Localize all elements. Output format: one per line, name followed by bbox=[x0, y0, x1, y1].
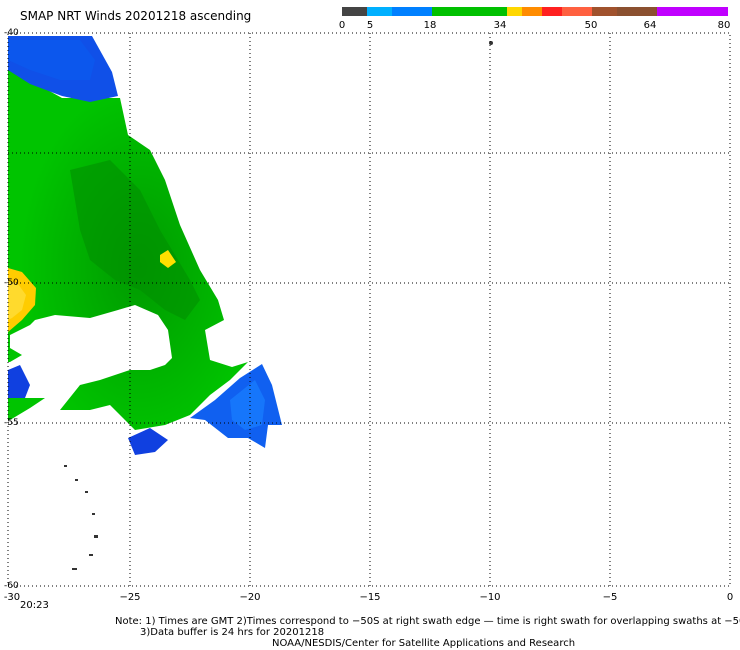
wind-field-green-strip bbox=[8, 398, 45, 420]
y-label-40: -40 bbox=[4, 28, 19, 38]
wind-field-blue-south bbox=[128, 428, 168, 455]
x-label-25: −25 bbox=[119, 592, 141, 603]
wind-map bbox=[7, 32, 731, 587]
x-label-10: −10 bbox=[479, 592, 501, 603]
x-label-5: −5 bbox=[602, 592, 618, 603]
wind-field-blue-west bbox=[8, 365, 30, 398]
y-label-55: -55 bbox=[4, 418, 19, 428]
x-label-0: 0 bbox=[726, 592, 734, 603]
note-line-2: 3)Data buffer is 24 hrs for 20201218 bbox=[140, 627, 325, 638]
note-line-1: Note: 1) Times are GMT 2)Times correspon… bbox=[115, 616, 740, 627]
x-label-15: −15 bbox=[359, 592, 381, 603]
x-label-30: -30 bbox=[3, 592, 21, 603]
x-label-20: −20 bbox=[239, 592, 261, 603]
swath-time-label: 20:23 bbox=[20, 600, 49, 611]
note-credit: NOAA/NESDIS/Center for Satellite Applica… bbox=[272, 638, 576, 649]
y-label-50: -50 bbox=[4, 278, 19, 288]
y-label-60: -60 bbox=[4, 581, 19, 591]
